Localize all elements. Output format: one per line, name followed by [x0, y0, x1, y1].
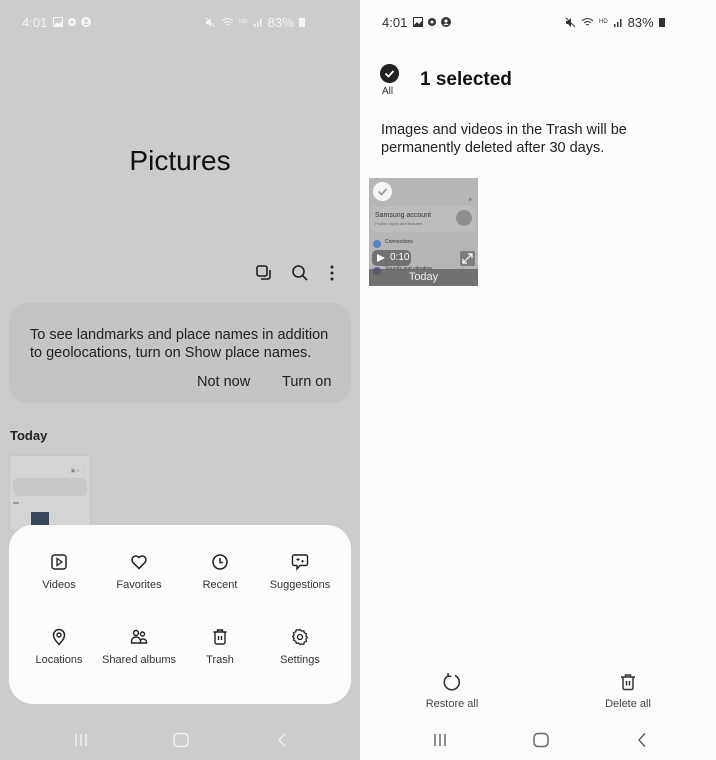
play-icon — [377, 254, 385, 262]
signal-icon — [613, 19, 622, 27]
search-icon[interactable] — [291, 264, 309, 282]
hd-voice-icon: HD — [599, 19, 608, 25]
gallery-icon — [413, 17, 424, 27]
menu-item-suggestions[interactable]: Suggestions — [260, 553, 340, 592]
status-time: 4:01 — [382, 14, 408, 30]
thumb-card-title: Samsung account — [375, 212, 432, 219]
menu-item-label: Suggestions — [269, 579, 331, 591]
navigation-bar — [0, 720, 360, 760]
heart-icon — [131, 555, 147, 570]
home-icon[interactable] — [532, 732, 550, 748]
menu-item-label: Recent — [202, 579, 238, 591]
turn-on-button[interactable]: Turn on — [282, 374, 331, 390]
menu-item-label: Locations — [35, 654, 83, 666]
delete-all-button[interactable]: Delete all — [583, 672, 673, 710]
menu-item-label: Favorites — [116, 579, 162, 591]
thumb-row-label: Connections — [385, 239, 413, 245]
people-icon — [130, 629, 148, 644]
checkmark-icon — [380, 64, 399, 83]
trash-selection-screen: 4:01 HD 83% All 1 selected Images and vi… — [360, 0, 716, 760]
clock-icon — [212, 554, 228, 570]
delete-all-label: Delete all — [605, 698, 651, 710]
battery-percent: 83% — [267, 14, 294, 30]
trash-info-text: Images and videos in the Trash will be p… — [381, 122, 627, 156]
menu-item-favorites[interactable]: Favorites — [99, 553, 179, 592]
hd-voice-icon: HD — [239, 19, 248, 25]
wifi-icon — [581, 17, 594, 25]
toolbar — [255, 264, 337, 282]
back-icon[interactable] — [633, 732, 651, 748]
thumb-account-card: Samsung account Profile • Apps and featu… — [371, 206, 476, 232]
restore-icon — [443, 672, 461, 691]
account-icon — [81, 17, 92, 27]
menu-item-recent[interactable]: Recent — [180, 553, 260, 592]
location-pin-icon — [52, 628, 66, 646]
status-bar: 4:01 HD 83% — [382, 12, 716, 32]
selection-title: 1 selected — [420, 69, 512, 90]
select-multiple-icon[interactable] — [255, 264, 273, 282]
thumb-banner — [13, 478, 87, 496]
trash-icon — [621, 674, 635, 691]
menu-item-locations[interactable]: Locations — [19, 628, 99, 667]
menu-item-label: Shared albums — [102, 654, 176, 666]
recent-apps-icon[interactable] — [431, 732, 449, 748]
place-names-banner: To see landmarks and place names in addi… — [9, 303, 351, 403]
section-date-header: Today — [10, 428, 48, 443]
select-all-label: All — [382, 86, 394, 97]
wifi-icon — [221, 17, 234, 25]
gear-icon — [428, 18, 437, 26]
menu-item-shared-albums[interactable]: Shared albums — [99, 628, 179, 667]
expand-icon[interactable] — [460, 251, 475, 266]
home-icon[interactable] — [172, 732, 190, 748]
restore-all-button[interactable]: Restore all — [407, 672, 497, 710]
menu-item-trash[interactable]: Trash — [180, 628, 260, 667]
menu-item-label: Settings — [280, 654, 320, 666]
thumb-card-subtitle: Profile • Apps and features — [375, 221, 423, 226]
status-bar: 4:01 HD 83% — [22, 12, 360, 32]
restore-all-label: Restore all — [425, 698, 479, 710]
thumb-toolbar: ▣ ⌕ ⋮ — [70, 468, 86, 474]
video-duration-badge: 0:10 — [372, 250, 411, 266]
mute-vibrate-icon — [565, 17, 576, 27]
selected-check-icon[interactable] — [373, 182, 392, 201]
battery-icon — [658, 18, 665, 27]
thumb-avatar — [456, 210, 472, 226]
back-icon[interactable] — [273, 732, 291, 748]
image-thumbnail[interactable]: ▣ ⌕ ⋮ — [9, 455, 91, 530]
mute-vibrate-icon — [205, 17, 216, 27]
battery-percent: 83% — [627, 14, 654, 30]
menu-item-videos[interactable]: Videos — [19, 553, 99, 592]
thumb-image — [31, 512, 49, 526]
signal-icon — [253, 19, 262, 27]
banner-message: To see landmarks and place names in addi… — [30, 327, 329, 361]
page-title: Pictures — [129, 145, 231, 176]
trash-icon — [213, 629, 227, 645]
menu-item-label: Videos — [42, 579, 76, 591]
video-duration: 0:10 — [390, 252, 410, 263]
video-thumbnail[interactable]: ⌕ Samsung account Profile • Apps and fea… — [369, 178, 478, 286]
account-icon — [441, 17, 452, 27]
thumb-day-label — [13, 502, 19, 504]
menu-sheet: Videos Favorites Recent Suggestions Loca… — [9, 525, 351, 704]
video-icon — [51, 554, 67, 570]
more-options-icon[interactable] — [327, 264, 337, 282]
menu-item-settings[interactable]: Settings — [260, 628, 340, 667]
gallery-icon — [53, 17, 64, 27]
status-time: 4:01 — [22, 14, 48, 30]
not-now-button[interactable]: Not now — [197, 374, 250, 390]
gallery-pictures-screen: 4:01 HD 83% Pictures To see landmarks an… — [0, 0, 360, 760]
thumb-search-icon: ⌕ — [468, 197, 472, 203]
battery-icon — [298, 18, 305, 27]
gear-icon — [68, 18, 77, 26]
suggestions-icon — [291, 554, 309, 571]
menu-item-label: Trash — [206, 654, 234, 666]
thumb-row-dot — [373, 240, 381, 248]
navigation-bar — [360, 720, 716, 760]
thumb-date-label: Today — [369, 269, 478, 286]
gear-icon — [291, 628, 309, 646]
recent-apps-icon[interactable] — [72, 732, 90, 748]
